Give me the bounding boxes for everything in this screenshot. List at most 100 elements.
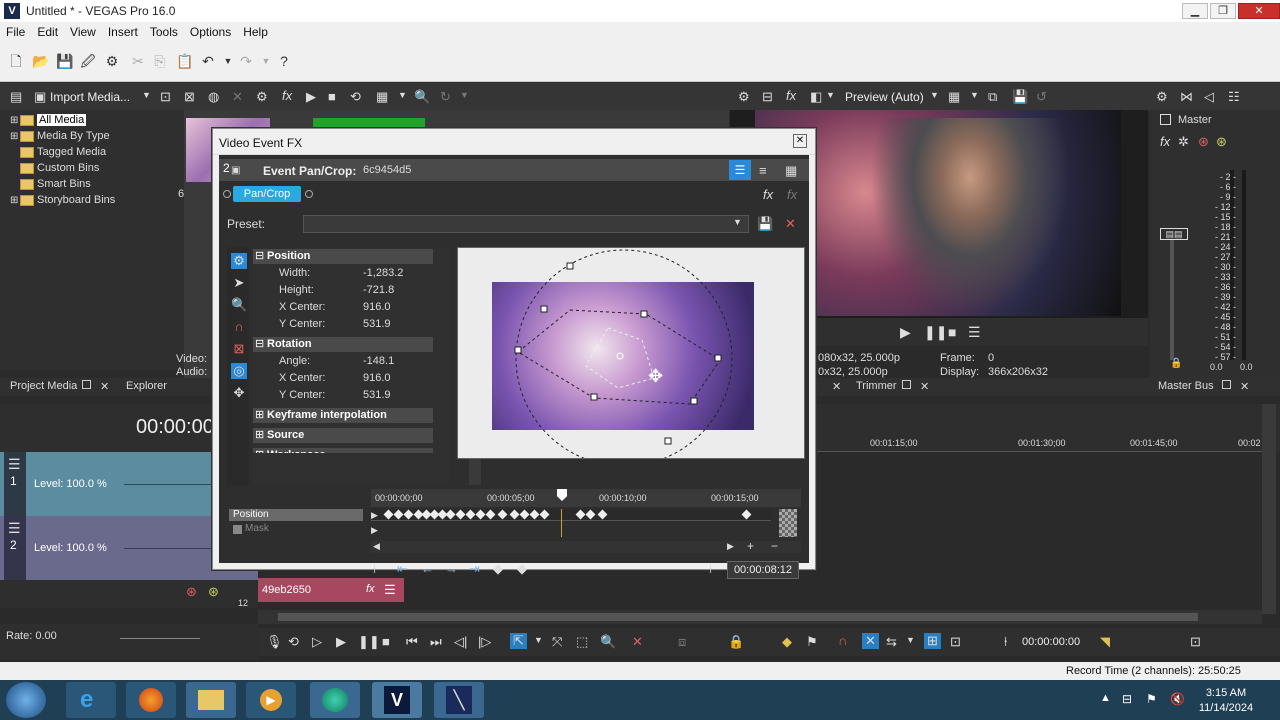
section-position[interactable]: Position: [253, 249, 433, 264]
keyframe[interactable]: [393, 509, 404, 520]
clip-fx-icon[interactable]: fx: [366, 583, 375, 595]
envelope-tool-icon[interactable]: ⤧: [552, 634, 562, 650]
redo-icon[interactable]: ↷: [238, 53, 254, 69]
remove-icon[interactable]: ✕: [232, 89, 243, 105]
refresh-dropdown-icon[interactable]: ▼: [460, 90, 469, 100]
settings-gear-icon[interactable]: ⚙: [231, 253, 247, 269]
selection-tool-icon[interactable]: ⬚: [576, 634, 588, 650]
views-icon[interactable]: ▦: [376, 89, 388, 105]
kf-track-position[interactable]: ▶: [371, 509, 771, 537]
close-trimmer-tab-icon[interactable]: ✕: [920, 380, 929, 393]
normal-edit-tool-icon[interactable]: ⇱: [510, 633, 527, 649]
play-from-start-icon[interactable]: ▷: [312, 634, 322, 650]
menu-file[interactable]: File: [0, 22, 31, 39]
trim-icon[interactable]: ⧈: [678, 634, 686, 650]
keyframe[interactable]: [597, 509, 608, 520]
first-keyframe-icon[interactable]: ⇤: [397, 561, 408, 577]
tree-item-smart-bins[interactable]: Smart Bins: [10, 176, 91, 192]
preview-quality-select[interactable]: Preview (Auto): [845, 90, 924, 104]
kf-row-mask[interactable]: Mask: [229, 523, 363, 535]
undock-master-icon[interactable]: [1222, 380, 1231, 389]
record-icon[interactable]: 🎙: [266, 634, 283, 650]
keyframe[interactable]: [403, 509, 414, 520]
lock-icon[interactable]: 🔒: [728, 634, 744, 650]
refresh-icon[interactable]: ↻: [440, 89, 451, 105]
menu-insert[interactable]: Insert: [102, 22, 144, 39]
go-to-end-icon[interactable]: ⏭: [430, 634, 442, 650]
keyframe[interactable]: [519, 509, 530, 520]
move-free-icon[interactable]: ✥: [231, 385, 247, 401]
pause-icon[interactable]: ❚❚: [358, 634, 380, 650]
zoom-icon[interactable]: 🔍: [414, 89, 430, 105]
menu-view[interactable]: View: [64, 22, 102, 39]
tray-volume-icon[interactable]: 🔇: [1170, 692, 1185, 706]
save-icon[interactable]: 💾: [56, 53, 73, 69]
import-dropdown-icon[interactable]: ▼: [142, 90, 151, 100]
section-rotation[interactable]: Rotation: [253, 337, 433, 352]
stop-icon[interactable]: ■: [382, 634, 390, 649]
tree-item-tagged-media[interactable]: Tagged Media: [10, 144, 106, 160]
plugin-chain-fx-icon[interactable]: fx: [763, 187, 773, 202]
keyframe-ruler[interactable]: 00:00:00;00 00:00:05;00 00:00:10;00 00:0…: [371, 489, 801, 507]
keyframe[interactable]: [575, 509, 586, 520]
keyframe[interactable]: [585, 509, 596, 520]
crop-overlay[interactable]: ✥: [458, 248, 804, 458]
save-preset-icon[interactable]: 💾: [757, 216, 773, 232]
track-menu-icon[interactable]: ☰: [8, 520, 21, 537]
prop-x-center[interactable]: X Center: 916.0: [253, 299, 433, 316]
fx-close-button[interactable]: ✕: [793, 134, 807, 148]
cut-icon[interactable]: ✂: [130, 53, 146, 69]
auto-preview-icon[interactable]: ⟲: [350, 89, 361, 105]
taskbar-ie-icon[interactable]: e: [66, 682, 116, 718]
kf-expand-icon[interactable]: ▶: [371, 510, 378, 521]
pan-crop-canvas[interactable]: ✥: [457, 247, 805, 459]
copy-snapshot-icon[interactable]: ⧉: [988, 89, 997, 105]
save-snapshot-icon[interactable]: 💾: [1012, 89, 1028, 105]
master-automation-icon[interactable]: ✲: [1178, 134, 1189, 150]
taskbar-vegas-icon[interactable]: V: [372, 682, 422, 718]
preview-menu-icon[interactable]: ☰: [968, 324, 981, 341]
start-button-icon[interactable]: [6, 682, 46, 718]
clip-menu-icon[interactable]: ☰: [384, 582, 396, 598]
edit-tool-dropdown-icon[interactable]: ▼: [534, 635, 543, 645]
copy-icon[interactable]: ⎘: [152, 53, 168, 69]
sync-cursor-icon[interactable]: ⍿: [373, 561, 376, 577]
kf-zoom-in-icon[interactable]: +: [747, 539, 754, 553]
preview-properties-gear-icon[interactable]: ⚙: [738, 89, 750, 105]
mixer-gear-icon[interactable]: ⚙: [1156, 89, 1168, 105]
tray-network-icon[interactable]: ⊟: [1122, 692, 1132, 706]
menu-options[interactable]: Options: [184, 22, 237, 39]
taskbar-clock[interactable]: 3:15 AM 11/14/2024: [1196, 686, 1256, 716]
prop-height[interactable]: Height: -721.8: [253, 282, 433, 299]
master-solo-icon[interactable]: ⊛: [1216, 134, 1227, 150]
prop-rot-x-center[interactable]: X Center: 916.0: [253, 370, 433, 387]
loop-icon[interactable]: ⟲: [288, 634, 299, 650]
preview-pause-icon[interactable]: ❚❚: [924, 324, 947, 341]
last-keyframe-icon[interactable]: ⇥: [469, 561, 480, 577]
overlays-dropdown-icon[interactable]: ▼: [970, 90, 979, 100]
prop-angle[interactable]: Angle: -148.1: [253, 353, 433, 370]
rate-slider[interactable]: [120, 638, 200, 639]
master-fx-icon[interactable]: fx: [1160, 134, 1170, 149]
tab-master-bus[interactable]: Master Bus: [1158, 380, 1214, 392]
play-icon[interactable]: ▶: [336, 634, 346, 650]
keyframe[interactable]: [475, 509, 486, 520]
kf-expand-mask-icon[interactable]: ▶: [371, 525, 378, 536]
view-compact-icon[interactable]: ≡: [759, 163, 767, 178]
keyframe[interactable]: [509, 509, 520, 520]
dim-output-icon[interactable]: ◁: [1204, 89, 1214, 105]
pan-crop-plugin-button[interactable]: Pan/Crop: [233, 186, 301, 202]
keyframe[interactable]: [497, 509, 508, 520]
zoom-tool-icon[interactable]: 🔍: [600, 634, 616, 650]
media-thumbnail-green[interactable]: [313, 118, 425, 128]
taskbar-explorer-icon[interactable]: [186, 682, 236, 718]
redo-dropdown-icon[interactable]: ▼: [258, 53, 274, 69]
tab-project-media[interactable]: Project Media: [10, 380, 77, 392]
media-fx-icon[interactable]: ◍: [208, 89, 219, 105]
auto-ripple-icon[interactable]: ⇆: [886, 634, 897, 650]
lock-icon[interactable]: 🔒: [1170, 358, 1182, 369]
chain-bypass-icon[interactable]: [223, 190, 231, 198]
import-media-button[interactable]: Import Media...: [50, 90, 130, 104]
play-icon[interactable]: ▶: [306, 89, 316, 105]
snap-icon[interactable]: ∩: [231, 319, 247, 334]
